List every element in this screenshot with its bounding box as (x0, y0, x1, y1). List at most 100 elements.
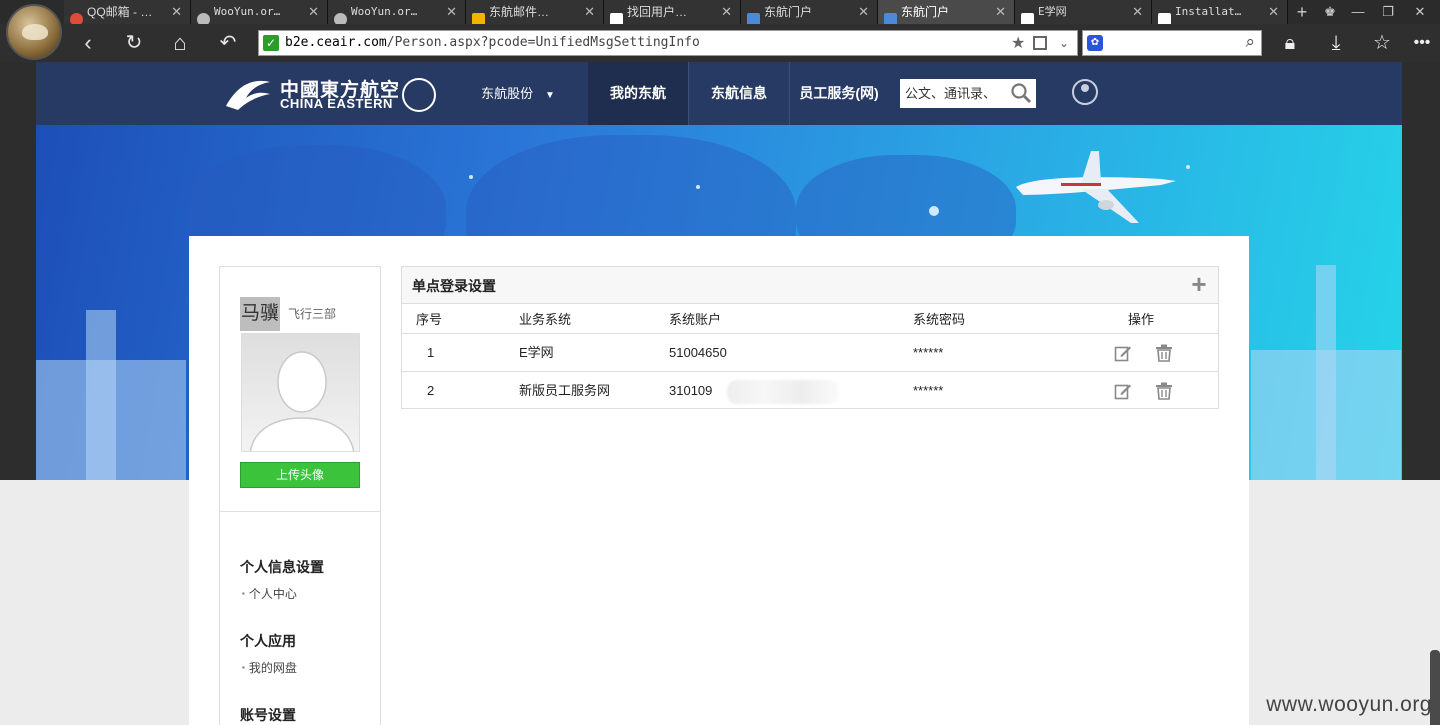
back-button[interactable]: ‹ (74, 30, 102, 56)
search-icon[interactable] (1010, 82, 1032, 104)
column-header-index: 序号 (416, 312, 443, 327)
ceair-icon (884, 13, 897, 24)
menu-dots-icon[interactable]: ••• (1408, 30, 1436, 56)
redacted-account-blur (727, 380, 839, 404)
sparkle-dot (1186, 165, 1190, 169)
trash-icon[interactable] (1155, 382, 1173, 400)
browser-tab-bar: QQ邮箱 - … ✕ WooYun.or… ✕ WooYun.or… ✕ 东航邮件… ✕… (0, 0, 1440, 24)
page-icon (610, 13, 623, 24)
address-bar[interactable]: ✓ b2e.ceair.com/Person.aspx?pcode=Unifie… (258, 30, 1078, 56)
column-header-account: 系统账户 (669, 312, 722, 327)
default-avatar-icon (249, 351, 355, 451)
site-header: 中國東方航空 CHINA EASTERN 东航股份 ▼ 我的东航 东航信息 员工… (36, 62, 1402, 125)
user-profile-icon[interactable] (1072, 79, 1098, 105)
caret-down-icon: ▼ (545, 90, 555, 101)
ceair-icon (747, 13, 760, 24)
row-system: 新版员工服务网 (519, 383, 611, 398)
refresh-button[interactable]: ↻ (120, 30, 148, 56)
sparkle-dot (696, 185, 700, 189)
nav-my-ceair[interactable]: 我的东航 (588, 62, 688, 125)
tab-close-icon[interactable]: ✕ (308, 0, 319, 24)
sidebar-divider (220, 511, 380, 512)
sidebar-section-personal-apps: 个人应用 (240, 633, 296, 649)
cloud-icon (334, 13, 347, 24)
nav-ceair-info[interactable]: 东航信息 (689, 62, 789, 125)
city-tower (86, 310, 116, 480)
skin-icon[interactable]: ♚ (1316, 0, 1344, 24)
tab-close-icon[interactable]: ✕ (995, 0, 1006, 24)
airplane-illustration (1016, 151, 1176, 223)
table-row: 2 新版员工服务网 310109 ****** (402, 371, 1218, 409)
upload-avatar-button[interactable]: 上传头像 (240, 462, 360, 488)
browser-tab-portal-1[interactable]: 东航门户 ✕ (741, 0, 878, 24)
url-dropdown-icon[interactable]: ⌄ (1059, 31, 1069, 55)
china-eastern-logo[interactable]: 中國東方航空 CHINA EASTERN (224, 74, 444, 114)
tab-close-icon[interactable]: ✕ (858, 0, 869, 24)
lock-icon[interactable]: 🔒︎ (1276, 30, 1304, 56)
download-icon[interactable]: ⤓ (1322, 30, 1350, 56)
tab-close-icon[interactable]: ✕ (721, 0, 732, 24)
sidebar-link-my-netdisk[interactable]: 我的网盘 (242, 659, 297, 676)
row-index: 1 (427, 345, 435, 360)
minimize-button[interactable]: — (1344, 0, 1372, 24)
edit-icon[interactable] (1114, 344, 1132, 362)
browser-tab-qqmail[interactable]: QQ邮箱 - … ✕ (64, 0, 191, 24)
url-text[interactable]: b2e.ceair.com/Person.aspx?pcode=UnifiedM… (285, 31, 700, 55)
browser-tab-exue[interactable]: E学网 ✕ (1015, 0, 1152, 24)
column-header-actions: 操作 (1128, 312, 1155, 327)
tab-close-icon[interactable]: ✕ (446, 0, 457, 24)
nav-employee-service[interactable]: 员工服务(网) (790, 62, 888, 125)
close-window-button[interactable]: ✕ (1406, 0, 1434, 24)
row-system: E学网 (519, 345, 554, 360)
browser-tab-mail[interactable]: 东航邮件… ✕ (466, 0, 604, 24)
table-row: 1 E学网 51004650 ****** (402, 333, 1218, 371)
secure-check-icon: ✓ (263, 35, 279, 51)
page-icon (1158, 13, 1171, 24)
swallow-logo-icon (226, 80, 270, 110)
browser-logo-icon[interactable] (6, 4, 62, 60)
page-viewport: 中國東方航空 CHINA EASTERN 东航股份 ▼ 我的东航 东航信息 员工… (0, 62, 1440, 725)
tab-close-icon[interactable]: ✕ (584, 0, 595, 24)
user-name: 马骥 (240, 297, 280, 331)
panel-title: 单点登录设置 (412, 278, 496, 294)
restore-button[interactable]: ❐ (1374, 0, 1402, 24)
column-header-system: 业务系统 (519, 312, 572, 327)
page-icon (1021, 13, 1034, 24)
nav-dongyang-gufen[interactable]: 东航股份 ▼ (468, 62, 568, 125)
new-tab-button[interactable]: + (1288, 0, 1316, 24)
browser-tab-recover[interactable]: 找回用户… ✕ (604, 0, 741, 24)
site-search-box[interactable]: 公文、通讯录、 (900, 79, 1036, 108)
browser-search-box[interactable]: ✿ ⌕ (1082, 30, 1262, 56)
tab-close-icon[interactable]: ✕ (171, 0, 182, 24)
favorites-star-icon[interactable]: ☆ (1368, 30, 1396, 56)
sidebar-link-personal-center[interactable]: 个人中心 (242, 585, 297, 602)
row-account: 51004650 (669, 345, 727, 360)
user-department: 飞行三部 (288, 307, 337, 321)
baidu-paw-icon[interactable]: ✿ (1087, 35, 1103, 51)
left-dark-edge (0, 62, 36, 480)
add-icon[interactable]: + (1188, 271, 1210, 297)
row-index: 2 (427, 383, 435, 398)
home-button[interactable]: ⌂ (166, 30, 194, 56)
tab-close-icon[interactable]: ✕ (1132, 0, 1143, 24)
qr-code-icon[interactable] (1033, 36, 1047, 50)
bookmark-star-icon[interactable]: ★ (1011, 33, 1025, 53)
column-header-password: 系统密码 (913, 312, 966, 327)
undo-close-button[interactable]: ↶ (214, 30, 242, 56)
row-account: 310109 (669, 383, 713, 398)
watermark-text: www.wooyun.org (1266, 693, 1432, 716)
browser-tab-portal-active[interactable]: 东航门户 ✕ (878, 0, 1015, 24)
sparkle-dot (929, 206, 939, 216)
qq-mail-icon (70, 13, 83, 24)
site-search-input[interactable]: 公文、通讯录、 (905, 79, 1005, 108)
sso-settings-panel: 单点登录设置 + 序号 业务系统 系统账户 系统密码 操作 1 E学网 5100… (401, 266, 1219, 409)
trash-icon[interactable] (1155, 344, 1173, 362)
edit-icon[interactable] (1114, 382, 1132, 400)
search-icon[interactable]: ⌕ (1245, 32, 1255, 52)
tab-close-icon[interactable]: ✕ (1268, 0, 1279, 24)
sparkle-dot (469, 175, 473, 179)
browser-tab-wooyun-2[interactable]: WooYun.or… ✕ (328, 0, 466, 24)
row-password: ****** (913, 345, 944, 360)
browser-tab-install[interactable]: Installat… ✕ (1152, 0, 1288, 24)
browser-tab-wooyun-1[interactable]: WooYun.or… ✕ (191, 0, 328, 24)
